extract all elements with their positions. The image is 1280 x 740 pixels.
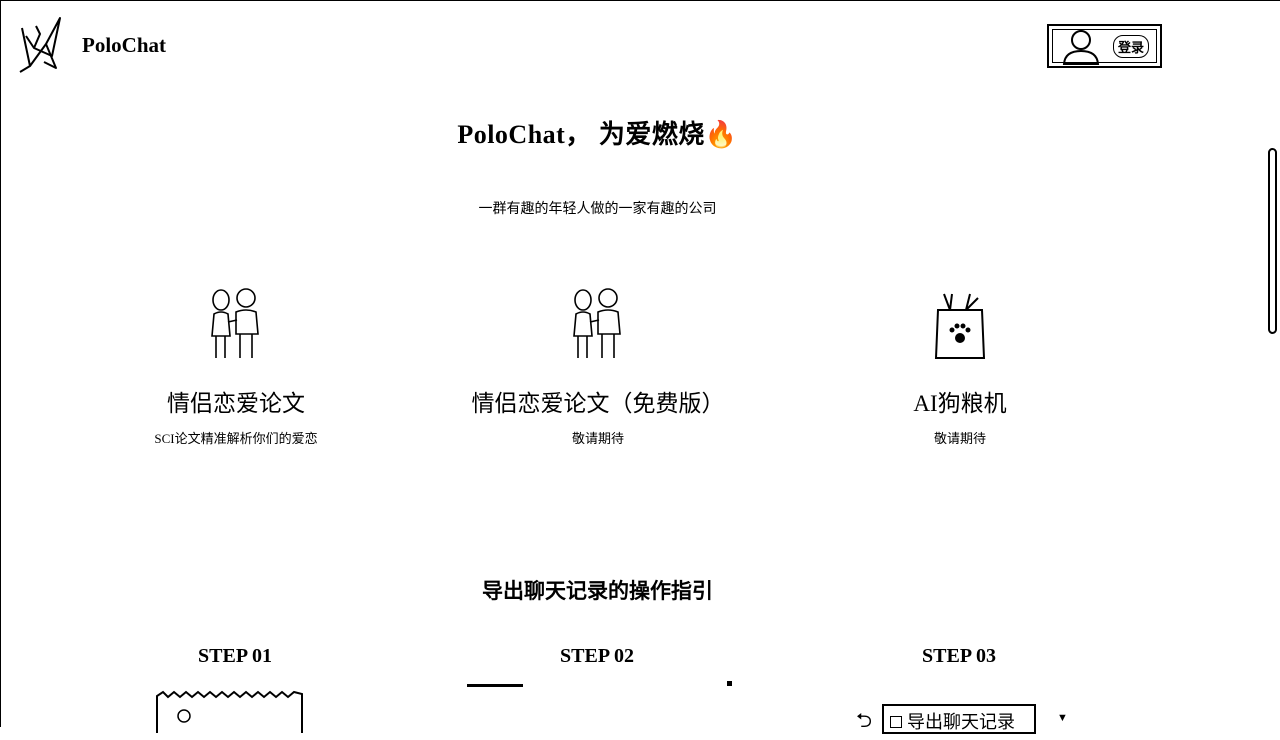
- couple-icon: [211, 288, 259, 358]
- product-title: AI狗粮机: [913, 391, 1007, 416]
- product-card-couple-paper[interactable]: 情侣恋爱论文 SCI论文精准解析你们的爱恋: [56, 280, 416, 447]
- step-label: STEP 02: [560, 645, 634, 667]
- product-title: 情侣恋爱论文: [167, 391, 305, 416]
- window-border-left: [0, 0, 1, 727]
- product-title: 情侣恋爱论文（免费版）: [471, 391, 725, 416]
- export-chat-label: 导出聊天记录: [907, 712, 1015, 732]
- login-button[interactable]: 登录: [1047, 24, 1162, 68]
- brand-name[interactable]: PoloChat: [82, 33, 166, 58]
- export-chat-button[interactable]: 导出聊天记录: [882, 704, 1036, 734]
- scrollbar-track[interactable]: [1267, 0, 1280, 727]
- hero-title: PoloChat， 为爱燃烧🔥: [457, 120, 738, 149]
- step-label: STEP 03: [922, 645, 996, 667]
- window-border-top: [0, 0, 1280, 1]
- checkbox-icon: [890, 716, 902, 728]
- scrollbar-thumb[interactable]: [1268, 148, 1277, 334]
- product-desc: 敬请期待: [571, 431, 624, 446]
- product-card-ai-dog-food[interactable]: AI狗粮机 敬请期待: [780, 280, 1140, 447]
- step2-screenshot-fragment: [467, 684, 523, 687]
- dog-food-bag-icon: [934, 293, 986, 359]
- product-desc: 敬请期待: [933, 431, 986, 446]
- hero-subtitle: 一群有趣的年轻人做的一家有趣的公司: [478, 202, 717, 217]
- chevron-down-icon[interactable]: ▼: [1057, 712, 1068, 724]
- couple-icon: [573, 288, 621, 358]
- guide-title: 导出聊天记录的操作指引: [482, 579, 713, 603]
- step-label: STEP 01: [198, 645, 272, 667]
- step1-screenshot-thumbnail: [156, 690, 303, 733]
- back-arrow-icon[interactable]: ⮌: [856, 706, 872, 740]
- step2-screenshot-fragment: [727, 681, 732, 686]
- logo-icon[interactable]: [16, 14, 66, 76]
- product-desc: SCI论文精准解析你们的爱恋: [154, 431, 318, 446]
- product-card-couple-paper-free[interactable]: 情侣恋爱论文（免费版） 敬请期待: [418, 280, 778, 447]
- user-avatar-icon: [1062, 30, 1100, 65]
- login-label: 登录: [1113, 34, 1150, 58]
